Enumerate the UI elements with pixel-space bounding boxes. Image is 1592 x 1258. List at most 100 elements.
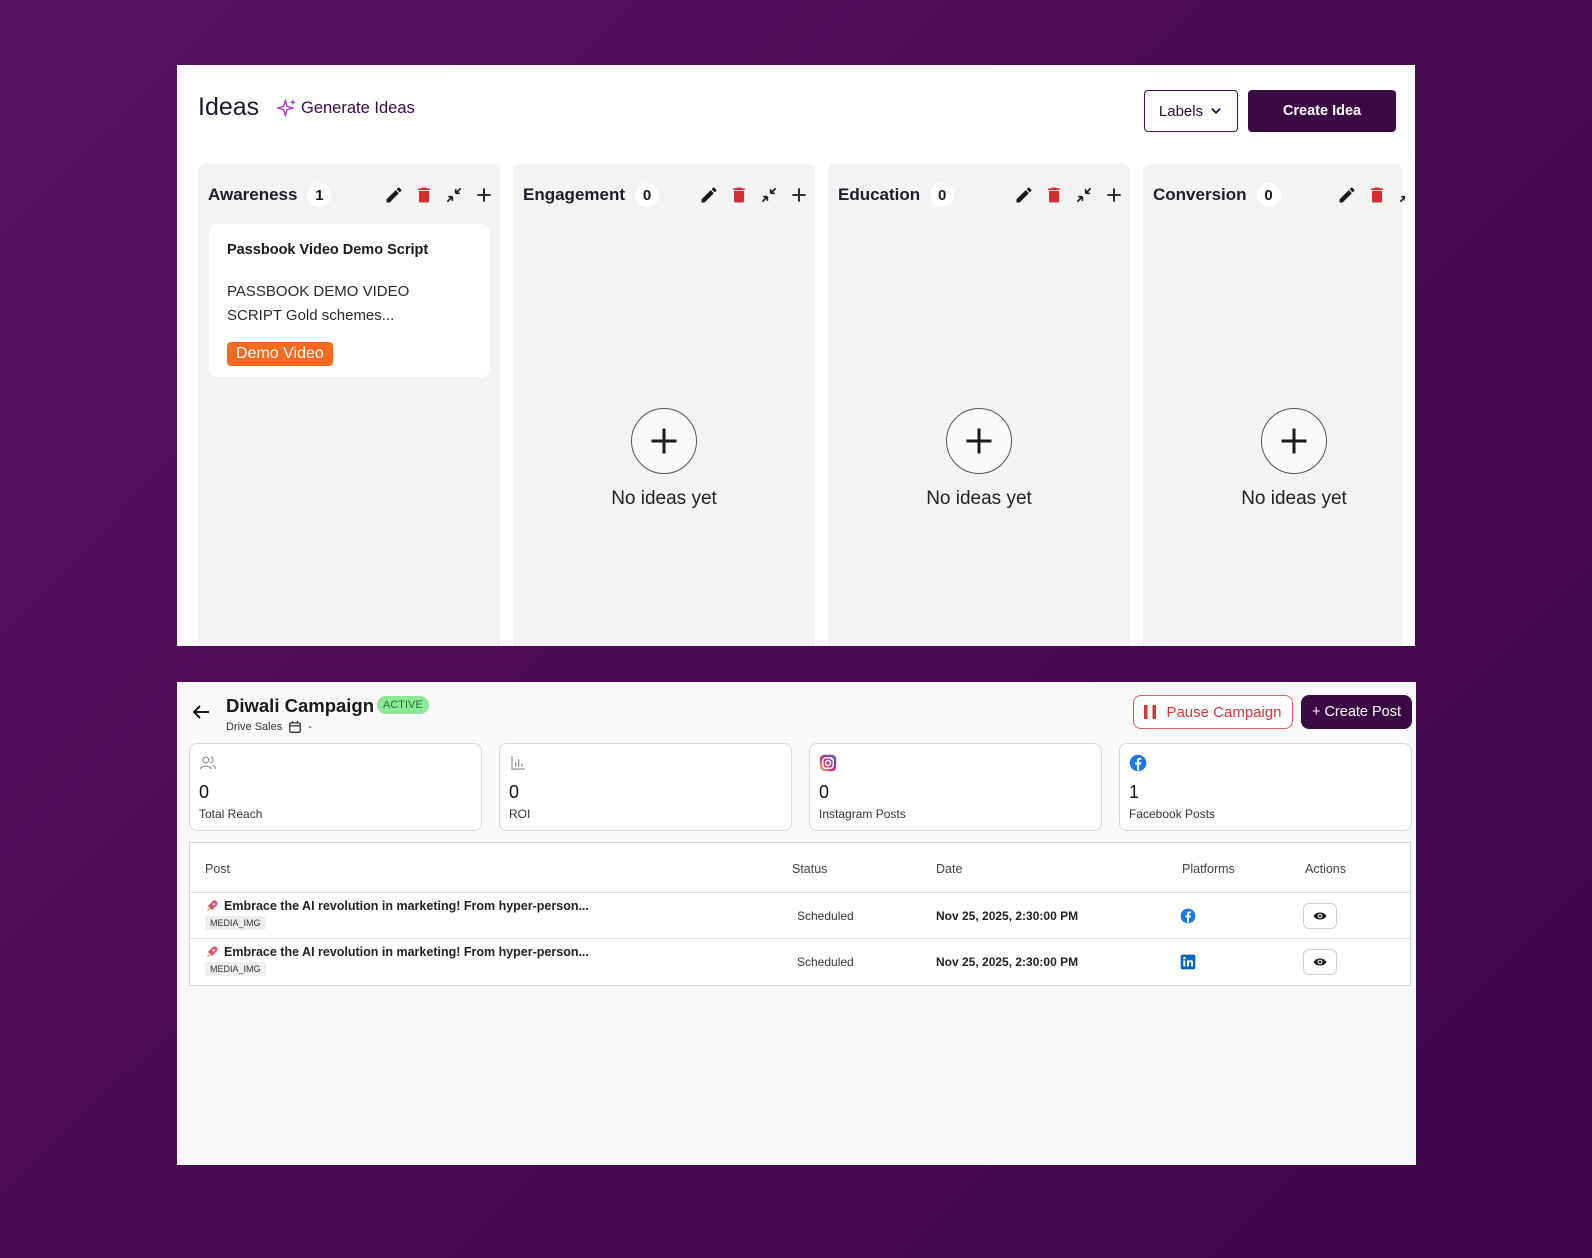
column-count: 0	[930, 183, 955, 207]
column-header: Awareness 1	[208, 182, 494, 208]
status-cell: Scheduled	[797, 909, 854, 923]
create-post-button[interactable]: + Create Post	[1301, 695, 1412, 729]
column-name: Engagement	[523, 185, 626, 204]
calendar-icon	[289, 721, 302, 733]
add-icon[interactable]	[789, 185, 809, 205]
add-icon[interactable]	[1104, 185, 1124, 205]
column-conversion: Conversion 0 No ideas yet	[1143, 164, 1405, 646]
facebook-icon	[1129, 754, 1147, 772]
empty-text: No ideas yet	[611, 488, 717, 509]
rocket-icon	[206, 946, 218, 958]
edit-icon[interactable]	[1014, 185, 1034, 205]
header-post: Post	[205, 862, 231, 876]
pause-icon	[1144, 705, 1157, 719]
stat-label: Facebook Posts	[1129, 807, 1216, 821]
header-status: Status	[792, 862, 828, 876]
stat-value: 0	[819, 782, 830, 802]
column-engagement: Engagement 0 No ideas yet	[513, 164, 815, 646]
collapse-icon[interactable]	[1074, 185, 1094, 205]
back-arrow-icon[interactable]	[189, 700, 213, 724]
table-row[interactable]: Embrace the AI revolution in marketing! …	[190, 939, 1410, 985]
view-post-button[interactable]	[1303, 903, 1337, 929]
collapse-icon[interactable]	[444, 185, 464, 205]
page-title: Ideas	[198, 93, 260, 121]
idea-title: Passbook Video Demo Script	[227, 242, 429, 258]
edit-icon[interactable]	[1337, 185, 1357, 205]
plus-icon	[966, 428, 992, 454]
date-cell: Nov 25, 2025, 2:30:00 PM	[936, 909, 1079, 923]
sparkle-icon	[277, 98, 297, 117]
media-chip: MEDIA_IMG	[205, 916, 266, 930]
ideas-board-panel: Ideas Generate Ideas Labels Create Idea …	[177, 65, 1415, 646]
idea-card[interactable]: Passbook Video Demo Script PASSBOOK DEMO…	[209, 224, 490, 377]
facebook-icon	[1180, 908, 1196, 924]
stat-label: ROI	[509, 807, 531, 821]
labels-dropdown[interactable]: Labels	[1144, 90, 1238, 132]
media-chip: MEDIA_IMG	[205, 962, 266, 976]
date-cell: Nov 25, 2025, 2:30:00 PM	[936, 955, 1079, 969]
rocket-icon	[206, 900, 218, 912]
column-count: 1	[307, 183, 332, 207]
collapse-icon[interactable]	[759, 185, 779, 205]
column-education: Education 0 No ideas yet	[828, 164, 1130, 646]
bar-chart-icon	[511, 756, 525, 770]
add-idea-button[interactable]	[631, 408, 697, 474]
delete-icon[interactable]	[1367, 185, 1387, 205]
view-post-button[interactable]	[1303, 949, 1337, 975]
column-count: 0	[1256, 183, 1281, 207]
stat-value: 0	[509, 782, 520, 802]
campaign-date: -	[308, 721, 312, 733]
idea-body: PASSBOOK DEMO VIDEO SCRIPT Gold schemes.…	[227, 283, 410, 324]
stat-value: 0	[199, 782, 210, 802]
generate-ideas-button[interactable]: Generate Ideas	[277, 98, 415, 118]
instagram-icon	[819, 754, 837, 772]
idea-tag: Demo Video	[227, 342, 333, 366]
column-count: 0	[635, 183, 660, 207]
stat-card-instagram: 0 Instagram Posts	[809, 743, 1102, 831]
header-actions: Actions	[1305, 862, 1346, 876]
edit-icon[interactable]	[699, 185, 719, 205]
post-cell: Embrace the AI revolution in marketing! …	[205, 899, 589, 931]
collapse-icon[interactable]	[1397, 185, 1405, 205]
stat-value: 1	[1129, 782, 1140, 802]
add-icon[interactable]	[474, 185, 494, 205]
chevron-down-icon	[1211, 108, 1221, 114]
stat-card-facebook: 1 Facebook Posts	[1119, 743, 1412, 831]
stat-label: Instagram Posts	[819, 807, 906, 821]
column-header: Conversion 0	[1153, 182, 1405, 208]
campaign-subtitle: Drive Sales -	[226, 720, 312, 734]
empty-text: No ideas yet	[926, 488, 1032, 509]
campaign-goal: Drive Sales	[226, 721, 283, 733]
status-cell: Scheduled	[797, 955, 854, 969]
stat-card-roi: 0 ROI	[499, 743, 792, 831]
delete-icon[interactable]	[414, 185, 434, 205]
eye-icon	[1313, 958, 1327, 966]
column-header: Engagement 0	[523, 182, 809, 208]
eye-icon	[1313, 912, 1327, 920]
post-cell: Embrace the AI revolution in marketing! …	[205, 945, 589, 977]
table-header: Post Status Date Platforms Actions	[190, 843, 1410, 893]
column-awareness: Awareness 1 Passbook Video Demo Script P…	[198, 164, 500, 646]
empty-state: No ideas yet	[1143, 408, 1415, 510]
pause-campaign-button[interactable]: Pause Campaign	[1133, 695, 1293, 729]
users-icon	[199, 756, 217, 770]
campaign-detail-panel: Diwali Campaign ACTIVE Drive Sales - Pau…	[177, 682, 1416, 1165]
generate-ideas-label: Generate Ideas	[301, 98, 415, 117]
delete-icon[interactable]	[729, 185, 749, 205]
column-name: Education	[838, 185, 921, 204]
create-idea-button[interactable]: Create Idea	[1248, 90, 1396, 132]
posts-table: Post Status Date Platforms Actions Embra…	[189, 842, 1411, 986]
add-idea-button[interactable]	[1261, 408, 1327, 474]
plus-icon	[651, 428, 677, 454]
post-text: Embrace the AI revolution in marketing! …	[224, 899, 589, 913]
table-row[interactable]: Embrace the AI revolution in marketing! …	[190, 893, 1410, 939]
labels-label: Labels	[1158, 102, 1204, 120]
linkedin-icon	[1180, 954, 1196, 970]
column-header: Education 0	[838, 182, 1124, 208]
empty-text: No ideas yet	[1241, 488, 1347, 509]
status-badge: ACTIVE	[377, 696, 429, 714]
edit-icon[interactable]	[384, 185, 404, 205]
add-idea-button[interactable]	[946, 408, 1012, 474]
pause-label: Pause Campaign	[1166, 703, 1282, 721]
delete-icon[interactable]	[1044, 185, 1064, 205]
